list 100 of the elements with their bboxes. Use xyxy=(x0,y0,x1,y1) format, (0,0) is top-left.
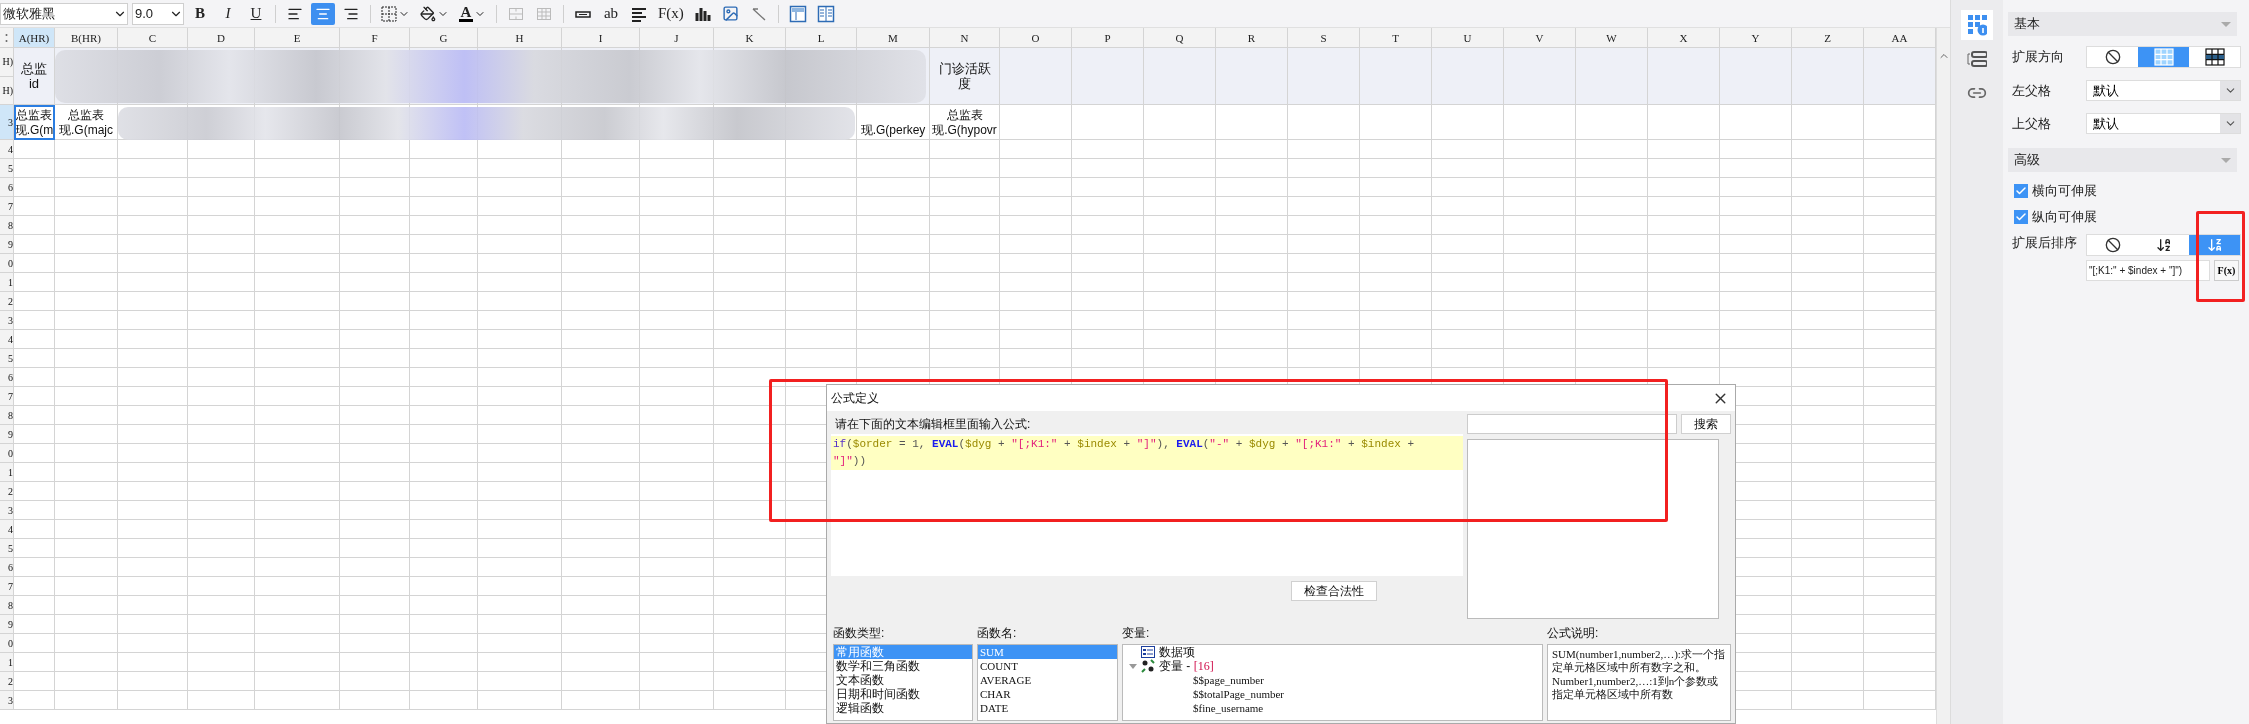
row-number[interactable]: 9 xyxy=(0,615,14,634)
column-header[interactable]: A(HR) xyxy=(14,28,55,47)
row-number[interactable]: 3 xyxy=(0,311,14,330)
sort-ascending-icon xyxy=(2155,237,2172,253)
drag-handle-icon xyxy=(5,32,8,43)
row-number[interactable]: 0 xyxy=(0,444,14,463)
row-number[interactable]: 6 xyxy=(0,558,14,577)
row-number[interactable]: 8 xyxy=(0,216,14,235)
expand-caret-icon[interactable] xyxy=(1129,662,1137,670)
row-number[interactable]: 9 xyxy=(0,235,14,254)
underline-button[interactable]: U xyxy=(244,2,268,25)
row-number[interactable]: 3 xyxy=(0,691,14,710)
parent-cell-dropdown[interactable]: 默认 xyxy=(2086,113,2241,134)
sort-order-selector[interactable] xyxy=(2086,234,2241,256)
row-number[interactable]: 1 xyxy=(0,463,14,482)
table-cell[interactable]: 总监表 现.G(majc xyxy=(55,105,118,140)
list-label: 函数名: xyxy=(977,625,1018,641)
row-number[interactable]: 6 xyxy=(0,368,14,387)
vertical-scrollbar[interactable] xyxy=(1936,28,1950,724)
row-number[interactable]: 8 xyxy=(0,406,14,425)
list-label: 函数类型: xyxy=(833,625,886,641)
field-label: 扩展方向 xyxy=(2012,48,2065,66)
bar-chart-icon xyxy=(694,5,711,22)
bold-button[interactable]: B xyxy=(188,2,212,25)
collapse-caret-icon xyxy=(2221,21,2231,27)
row-number[interactable]: 5 xyxy=(0,539,14,558)
list-label: 公式说明: xyxy=(1547,625,1600,641)
row-number[interactable]: 0 xyxy=(0,634,14,653)
row-number[interactable]: 3 xyxy=(0,105,14,140)
row-number[interactable]: 9 xyxy=(0,425,14,444)
table-grid-icon xyxy=(536,5,552,22)
text-lines-icon xyxy=(631,5,647,22)
checkbox[interactable] xyxy=(2014,184,2028,198)
row-number[interactable]: 5 xyxy=(0,349,14,368)
list-label: 变量: xyxy=(1122,625,1151,641)
grid-icon xyxy=(2153,48,2174,66)
row-number[interactable]: 2 xyxy=(0,292,14,311)
none-icon xyxy=(2104,49,2121,65)
search-button[interactable]: 搜索 xyxy=(1681,414,1731,434)
table-cell[interactable]: 总监表 现.G(hypovr xyxy=(930,105,1000,140)
row-number[interactable]: 2 xyxy=(0,672,14,691)
tree-item[interactable]: $$totalPage_number xyxy=(1193,688,1285,700)
row-number[interactable]: 4 xyxy=(0,330,14,349)
row-number[interactable]: 1 xyxy=(0,273,14,292)
font-size-select[interactable]: 9.0 xyxy=(132,2,184,25)
row-number[interactable]: 0 xyxy=(0,254,14,273)
table-cell[interactable]: 现.G(perkey xyxy=(857,105,930,140)
list-item[interactable]: 逻辑函数 xyxy=(834,701,972,715)
search-field[interactable] xyxy=(1467,414,1677,434)
list-item[interactable]: 文本函数 xyxy=(834,673,972,687)
collapse-caret-icon xyxy=(2221,157,2231,163)
field-label: 上父格 xyxy=(2012,114,2052,133)
row-number[interactable]: 7 xyxy=(0,387,14,406)
list-item[interactable]: AVERAGE xyxy=(978,673,1117,687)
grid-icon xyxy=(2204,48,2225,66)
insert-formula-button[interactable]: F(x) xyxy=(655,2,687,25)
tree-item[interactable]: $fine_username xyxy=(1193,702,1264,714)
row-number[interactable]: H) xyxy=(0,48,14,77)
checkbox[interactable] xyxy=(2014,210,2028,224)
paint-bucket-icon xyxy=(420,5,436,22)
variable-group-icon xyxy=(1141,659,1155,673)
expand-direction-selector[interactable] xyxy=(2086,46,2241,68)
row-number[interactable]: 5 xyxy=(0,159,14,178)
font-color-button[interactable]: A xyxy=(456,2,489,25)
row-number[interactable]: 7 xyxy=(0,197,14,216)
row-number[interactable]: 4 xyxy=(0,520,14,539)
section-header[interactable]: 基本 xyxy=(2008,12,2237,36)
sort-descending-option[interactable] xyxy=(2189,235,2240,255)
row-number[interactable]: 8 xyxy=(0,596,14,615)
none-icon xyxy=(2104,237,2121,253)
section-header[interactable]: 高级 xyxy=(2008,148,2237,172)
dialog-title: 公式定义 xyxy=(831,389,879,407)
list-item[interactable]: CHAR xyxy=(978,687,1117,701)
italic-button[interactable]: I xyxy=(216,2,240,25)
cell-info-icon xyxy=(1967,14,1987,36)
sort-descending-icon xyxy=(2206,237,2223,253)
merge-cells-icon xyxy=(508,5,524,22)
list-item[interactable]: COUNT xyxy=(978,659,1117,673)
row-number[interactable]: 6 xyxy=(0,178,14,197)
parent-cell-dropdown[interactable]: 默认 xyxy=(2086,80,2241,101)
list-item[interactable]: DATE xyxy=(978,701,1117,715)
formula-editor[interactable]: if($order = 1, EVAL($dyg + "[;K1:" + $index + "]"), EVAL("-" + $dyg + "[;K1:" + $index + "]")) xyxy=(831,434,1463,576)
list-item[interactable]: 日期和时间函数 xyxy=(834,687,972,701)
sort-formula-field[interactable]: "[;K1:" + $index + "]") xyxy=(2086,260,2210,281)
columns-icon xyxy=(816,4,835,23)
row-number[interactable]: 3 xyxy=(0,501,14,520)
font-select[interactable]: 微软雅黑 xyxy=(0,2,128,25)
formula-button[interactable]: F(x) xyxy=(2214,260,2239,281)
row-number[interactable]: H) xyxy=(0,76,14,105)
row-number[interactable]: 1 xyxy=(0,653,14,672)
layout-icon xyxy=(788,4,807,23)
list-item[interactable]: 数学和三角函数 xyxy=(834,659,972,673)
tree-item[interactable]: $$page_number xyxy=(1193,674,1264,686)
check-validity-button[interactable]: 检查合法性 xyxy=(1291,581,1377,601)
cell-attributes-tab[interactable] xyxy=(1961,10,1993,40)
row-number[interactable]: 4 xyxy=(0,140,14,159)
row-number[interactable]: 2 xyxy=(0,482,14,501)
row-number[interactable]: 7 xyxy=(0,577,14,596)
insert-text-button[interactable]: ab xyxy=(599,2,623,25)
checkbox-label: 纵向可伸展 xyxy=(2032,208,2097,226)
